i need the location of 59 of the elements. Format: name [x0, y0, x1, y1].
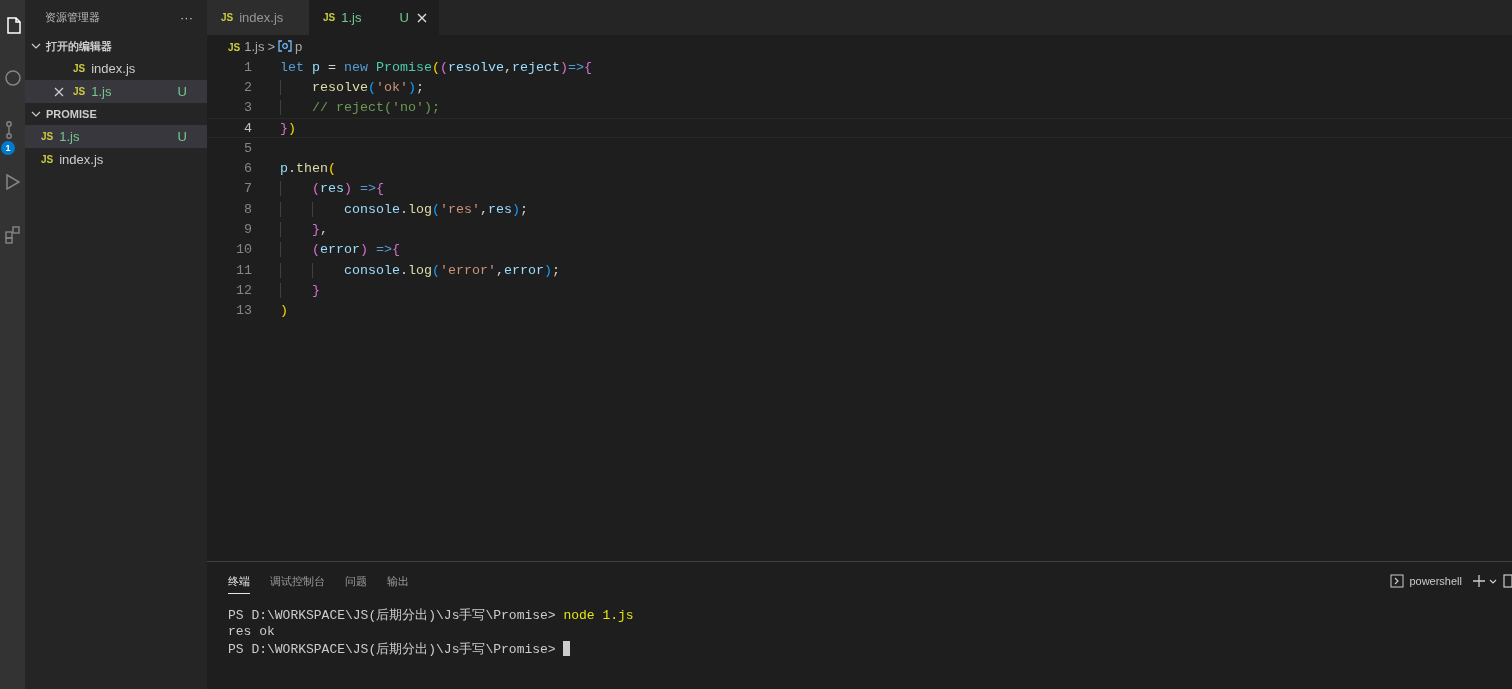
file-item[interactable]: JS index.js — [25, 57, 207, 80]
code-line: (error) =>{ — [280, 242, 400, 258]
code-line: (res) =>{ — [280, 181, 384, 197]
breadcrumb-item[interactable]: p — [295, 38, 303, 54]
js-file-icon: JS — [73, 63, 86, 74]
code-line: console.log('res',res); — [280, 201, 528, 217]
line-number: 9 — [243, 222, 252, 237]
line-number: 3 — [243, 100, 252, 116]
editor-tab[interactable]: JS 1.js U — [309, 0, 439, 35]
breadcrumb-separator: > — [267, 38, 276, 54]
circle-icon[interactable] — [2, 68, 23, 88]
code-line: let p = new Promise((resolve,reject)=>{ — [280, 59, 592, 75]
shell-name[interactable]: powershell — [1409, 574, 1462, 587]
code-line: }) — [280, 120, 296, 136]
git-status: U — [177, 84, 187, 99]
code-line: resolve('ok'); — [280, 79, 424, 95]
line-number: 10 — [235, 242, 252, 258]
code-line: console.log('error',error); — [280, 262, 560, 278]
code-line: p.then( — [280, 161, 336, 177]
code-line: ) — [280, 303, 288, 319]
panel-tab[interactable]: 输出 — [387, 567, 409, 594]
terminal-line: PS D:\WORKSPACE\JS(后期分出)\Js手写\Promise> — [228, 640, 557, 658]
badge: 1 — [1, 141, 15, 155]
panel-title: 资源管理器 — [45, 10, 100, 25]
variable-icon — [278, 40, 293, 52]
line-number: 5 — [243, 140, 252, 156]
line-number: 11 — [235, 262, 252, 278]
js-file-icon: JS — [41, 131, 54, 142]
panel-tab[interactable]: 终端 — [228, 567, 250, 594]
js-file-icon: JS — [41, 154, 54, 165]
file-item[interactable]: JS index.js — [25, 148, 207, 171]
breadcrumb-item[interactable]: JS 1.js — [228, 38, 265, 54]
line-number: 12 — [235, 282, 252, 298]
js-file-icon: JS — [73, 86, 86, 97]
terminal-line: res ok — [228, 624, 275, 639]
line-number: 2 — [243, 79, 252, 95]
line-number: 4 — [243, 120, 252, 136]
line-number: 13 — [235, 303, 252, 319]
terminal-icon[interactable] — [1390, 573, 1405, 588]
file-item[interactable]: JS 1.js U — [25, 125, 207, 148]
code-line: }, — [280, 222, 328, 237]
editor-tab[interactable]: JS index.js — [207, 0, 309, 35]
line-number: 7 — [243, 181, 252, 197]
plus-icon[interactable] — [1472, 573, 1486, 588]
code-line: // reject('no'); — [280, 100, 440, 116]
panel-tab[interactable]: 调试控制台 — [270, 567, 325, 594]
section-header[interactable]: PROMISE — [25, 103, 207, 125]
extensions-icon[interactable] — [2, 224, 23, 244]
line-number: 6 — [243, 161, 252, 177]
section-header[interactable]: 打开的编辑器 — [25, 35, 207, 57]
panel-tab[interactable]: 问题 — [345, 567, 367, 594]
more-actions-button[interactable]: ··· — [180, 10, 193, 25]
terminal-line: PS D:\WORKSPACE\JS(后期分出)\Js手写\Promise> node 1.js — [228, 606, 634, 624]
line-number: 1 — [243, 59, 252, 75]
git-status: U — [177, 129, 187, 144]
file-item[interactable]: JS 1.js U — [25, 80, 207, 103]
line-number: 8 — [243, 201, 252, 217]
code-line: } — [280, 282, 320, 298]
split-icon[interactable] — [1500, 573, 1512, 588]
